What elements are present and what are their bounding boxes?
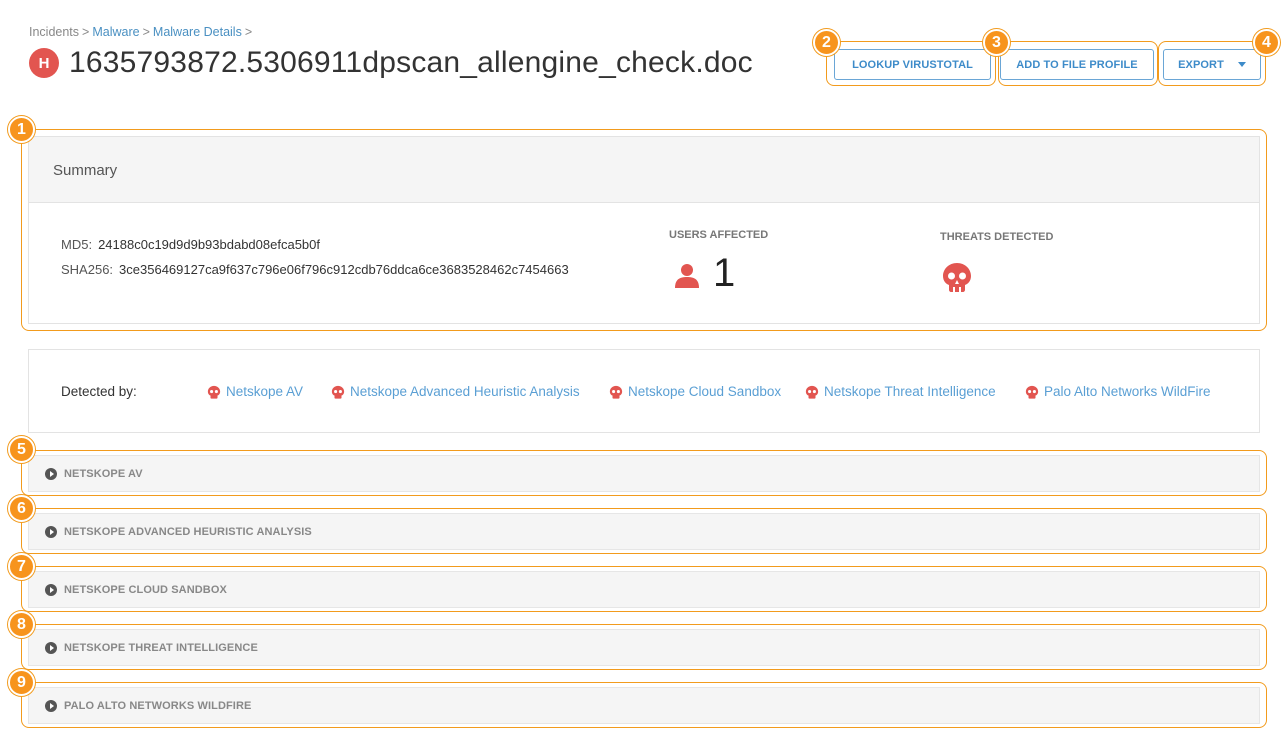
engine-name: Netskope AV	[226, 384, 304, 399]
breadcrumb-malware-link[interactable]: Malware	[92, 25, 139, 39]
md5-row: MD5: 24188c0c19d9d9b93bdabd08efca5b0f	[61, 237, 320, 252]
summary-heading: Summary	[29, 137, 1259, 203]
md5-label: MD5:	[61, 237, 93, 252]
accordion-label: NETSKOPE AV	[64, 467, 143, 480]
engine-link-netskope-av[interactable]: Netskope AV	[207, 384, 303, 399]
engine-link-palo-alto-wildfire[interactable]: Palo Alto Networks WildFire	[1025, 384, 1211, 399]
skull-icon	[943, 263, 971, 292]
summary-panel: Summary MD5: 24188c0c19d9d9b93bdabd08efca…	[28, 136, 1260, 324]
callout-number-6: 6	[8, 495, 35, 522]
export-dropdown-button[interactable]: EXPORT	[1163, 49, 1261, 80]
accordion-label: PALO ALTO NETWORKS WILDFIRE	[64, 699, 252, 712]
sha256-row: SHA256: 3ce356469127ca9f637c796e06f796c91…	[61, 262, 569, 277]
callout-number-8: 8	[8, 611, 35, 638]
page-title: 1635793872.5306911dpscan_allengine_check…	[69, 46, 753, 79]
accordion-label: NETSKOPE CLOUD SANDBOX	[64, 583, 227, 596]
caret-down-icon	[1237, 62, 1246, 67]
breadcrumb-separator: >	[244, 25, 253, 39]
accordion-label: NETSKOPE THREAT INTELLIGENCE	[64, 641, 258, 654]
skull-icon	[331, 385, 345, 399]
engine-name: Netskope Threat Intelligence	[824, 384, 996, 399]
breadcrumb-separator: >	[82, 25, 90, 39]
lookup-virustotal-button[interactable]: LOOKUP VIRUSTOTAL	[834, 49, 991, 80]
callout-number-9: 9	[8, 669, 35, 696]
accordion-netskope-advanced-heuristic[interactable]: NETSKOPE ADVANCED HEURISTIC ANALYSIS	[28, 513, 1260, 550]
accordion-label: NETSKOPE ADVANCED HEURISTIC ANALYSIS	[64, 525, 312, 538]
accordion-netskope-cloud-sandbox[interactable]: NETSKOPE CLOUD SANDBOX	[28, 571, 1260, 608]
add-to-file-profile-button[interactable]: ADD TO FILE PROFILE	[1000, 49, 1154, 80]
sha256-value: 3ce356469127ca9f637c796e06f796c912cdb76d…	[119, 262, 569, 277]
breadcrumb-incidents: Incidents	[29, 25, 80, 39]
breadcrumb-malware-details-link[interactable]: Malware Details	[153, 25, 242, 39]
chevron-right-icon	[45, 525, 57, 538]
callout-number-7: 7	[8, 553, 35, 580]
export-label: EXPORT	[1178, 58, 1224, 71]
engine-link-netskope-advanced-heuristic[interactable]: Netskope Advanced Heuristic Analysis	[331, 384, 580, 399]
engine-link-netskope-threat-intelligence[interactable]: Netskope Threat Intelligence	[805, 384, 996, 399]
users-affected-label: USERS AFFECTED	[669, 229, 769, 241]
severity-badge: H	[29, 48, 59, 78]
engine-name: Palo Alto Networks WildFire	[1044, 384, 1211, 399]
users-affected-count: 1	[713, 251, 736, 295]
breadcrumb: Incidents > Malware > Malware Details >	[29, 25, 255, 39]
page-header: H 1635793872.5306911dpscan_allengine_che…	[29, 46, 753, 80]
skull-icon	[207, 385, 221, 399]
chevron-right-icon	[45, 641, 57, 654]
callout-number-1: 1	[8, 116, 35, 143]
engine-name: Netskope Cloud Sandbox	[628, 384, 782, 399]
chevron-right-icon	[45, 699, 57, 712]
accordion-netskope-threat-intelligence[interactable]: NETSKOPE THREAT INTELLIGENCE	[28, 629, 1260, 666]
accordion-netskope-av[interactable]: NETSKOPE AV	[28, 455, 1260, 492]
md5-value: 24188c0c19d9d9b93bdabd08efca5b0f	[98, 237, 320, 252]
sha256-label: SHA256:	[61, 262, 114, 277]
skull-icon	[1025, 385, 1039, 399]
skull-icon	[805, 385, 819, 399]
detected-by-label: Detected by:	[61, 384, 137, 399]
callout-number-3: 3	[983, 29, 1010, 56]
detected-by-panel: Detected by: Netskope AV Netskope Advanc…	[28, 349, 1260, 433]
chevron-right-icon	[45, 467, 57, 480]
skull-icon	[609, 385, 623, 399]
engine-name: Netskope Advanced Heuristic Analysis	[350, 384, 580, 399]
callout-number-4: 4	[1253, 29, 1280, 56]
engine-link-netskope-cloud-sandbox[interactable]: Netskope Cloud Sandbox	[609, 384, 781, 399]
breadcrumb-separator: >	[142, 25, 150, 39]
callout-number-5: 5	[8, 436, 35, 463]
user-icon	[675, 264, 699, 288]
threats-detected-label: THREATS DETECTED	[940, 231, 1054, 243]
callout-number-2: 2	[813, 29, 840, 56]
chevron-right-icon	[45, 583, 57, 596]
accordion-palo-alto-wildfire[interactable]: PALO ALTO NETWORKS WILDFIRE	[28, 687, 1260, 724]
